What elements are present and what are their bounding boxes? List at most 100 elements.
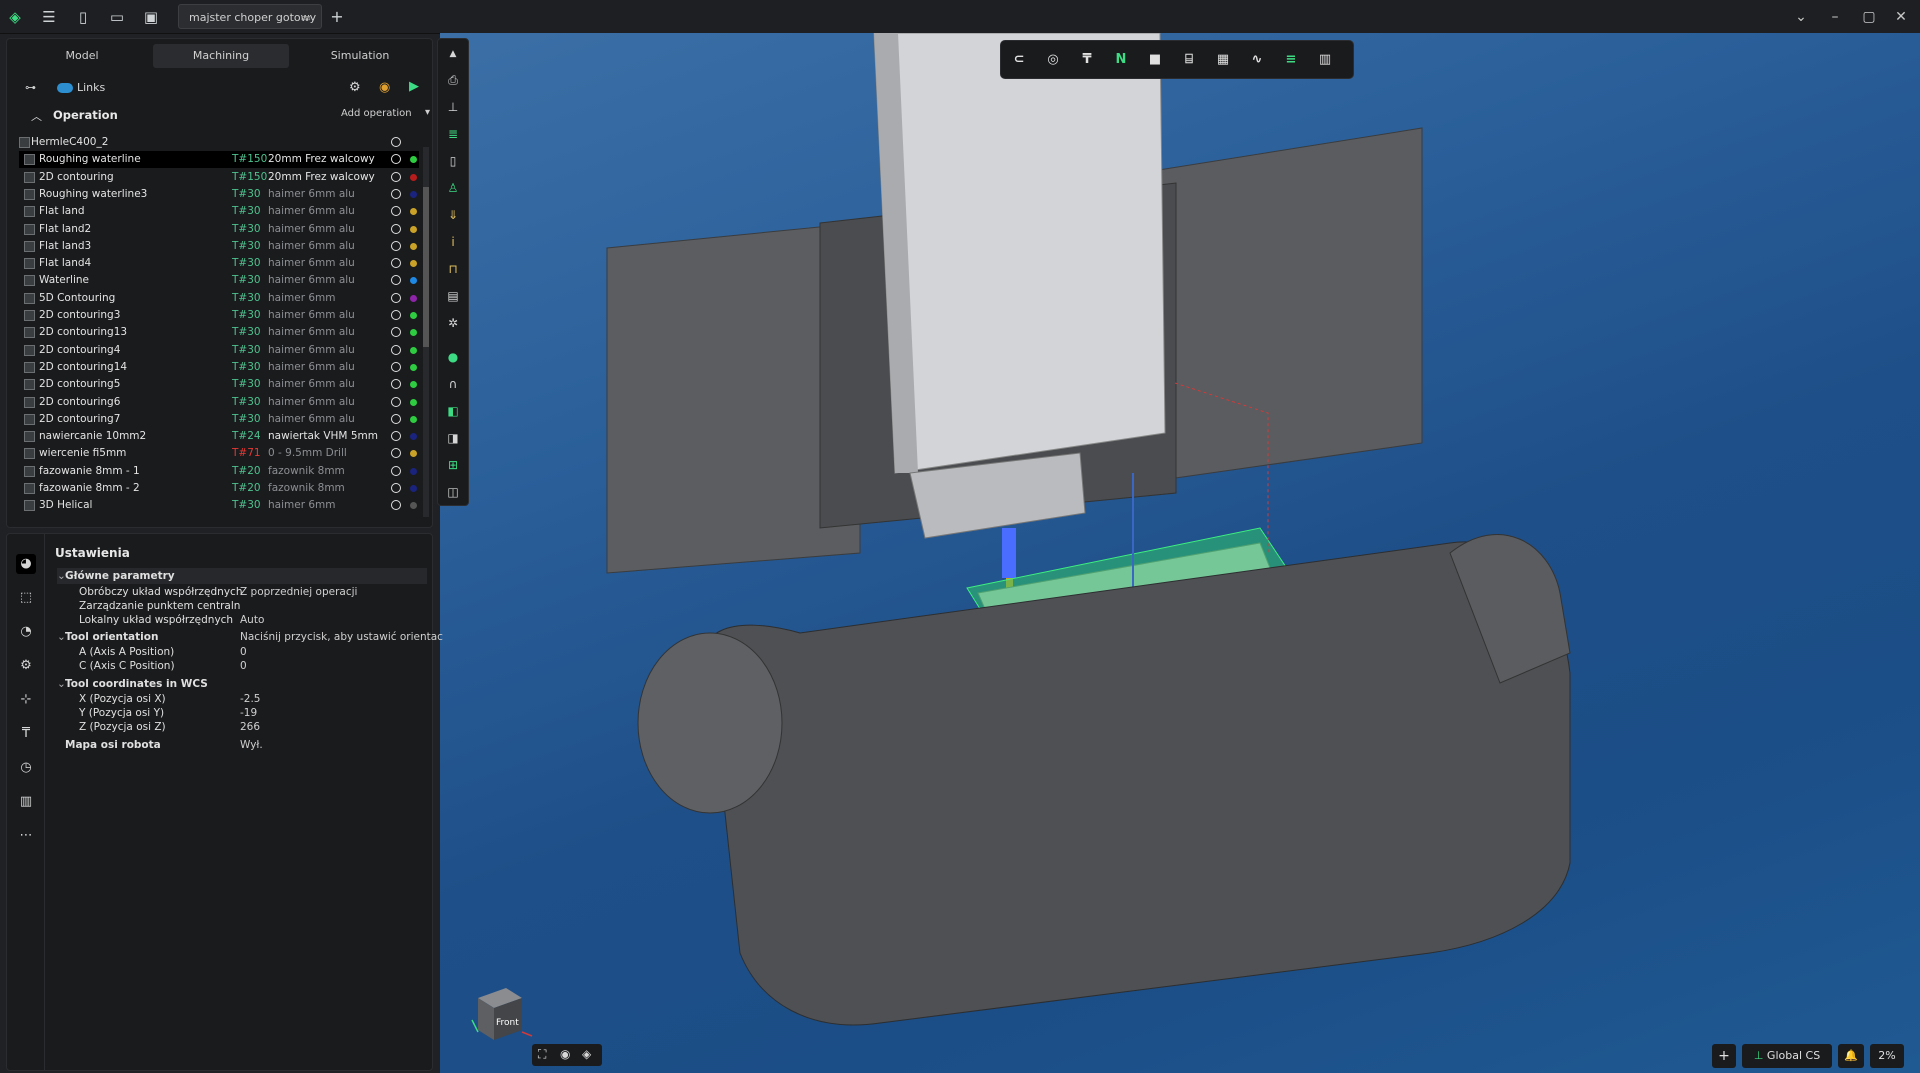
- visibility-toggle-icon[interactable]: [391, 171, 401, 182]
- property-row[interactable]: Lokalny układ współrzędnych Auto: [57, 612, 427, 628]
- fixture-icon[interactable]: ⌸: [1179, 50, 1199, 70]
- waveform-icon[interactable]: ∿: [1247, 50, 1267, 70]
- selection-box-icon[interactable]: ⬚: [16, 588, 36, 608]
- nc-icon[interactable]: N: [1111, 50, 1131, 70]
- visibility-toggle-icon[interactable]: [391, 327, 401, 338]
- coordinate-system-selector[interactable]: ⊥ Global CS: [1742, 1044, 1832, 1068]
- visibility-toggle-icon[interactable]: [391, 431, 401, 442]
- tab-machining[interactable]: Machining: [153, 44, 289, 68]
- property-row[interactable]: C (Axis C Position) 0: [57, 658, 427, 674]
- visibility-toggle-icon[interactable]: [391, 344, 401, 355]
- links-toggle[interactable]: [57, 83, 73, 93]
- visibility-toggle-icon[interactable]: [391, 500, 401, 511]
- curve-icon[interactable]: ∩: [444, 375, 462, 393]
- operation-row[interactable]: nawiercanie 10mm2 T#24 nawiertak VHM 5mm: [19, 428, 419, 445]
- visibility-toggle-icon[interactable]: [391, 223, 401, 234]
- gear-icon[interactable]: ⚙: [349, 80, 361, 95]
- property-value[interactable]: Auto: [240, 612, 264, 628]
- operations-scrollbar[interactable]: [423, 147, 429, 517]
- 3d-viewport[interactable]: [440, 33, 1920, 1073]
- tab-model[interactable]: Model: [15, 44, 149, 68]
- operation-row[interactable]: 5D Contouring T#30 haimer 6mm: [19, 290, 419, 307]
- printer-icon[interactable]: ⎙: [444, 71, 462, 89]
- gear-settings-icon[interactable]: ⚙: [16, 656, 36, 676]
- color-wheel-icon[interactable]: ◕: [16, 554, 36, 574]
- visibility-toggle-icon[interactable]: [391, 448, 401, 459]
- operation-row[interactable]: Flat land T#30 haimer 6mm alu: [19, 203, 419, 220]
- scroll-up-icon[interactable]: ▲: [444, 45, 462, 63]
- visibility-toggle-icon[interactable]: [391, 379, 401, 390]
- add-tab-icon[interactable]: +: [326, 6, 348, 28]
- compass-icon[interactable]: ◔: [16, 622, 36, 642]
- recalculate-icon[interactable]: ◉: [379, 80, 390, 95]
- property-value[interactable]: 0: [240, 658, 247, 674]
- operation-row[interactable]: 2D contouring T#150 20mm Frez walcowy: [19, 169, 419, 186]
- property-value[interactable]: 266: [240, 719, 260, 735]
- probe-icon[interactable]: ⅰ: [444, 233, 462, 251]
- chat-icon[interactable]: ◫: [444, 483, 462, 501]
- visibility-toggle-icon[interactable]: [391, 413, 401, 424]
- tool-holder-icon[interactable]: ⊓: [444, 260, 462, 278]
- search-icon[interactable]: ◎: [1043, 50, 1063, 70]
- axis-icon[interactable]: ⊹: [16, 690, 36, 710]
- machine-node[interactable]: HermleC400_2: [19, 134, 419, 151]
- property-group[interactable]: ⌄ Tool coordinates in WCS: [57, 676, 427, 692]
- open-folder-icon[interactable]: ▭: [106, 6, 128, 28]
- operation-row[interactable]: Flat land4 T#30 haimer 6mm alu: [19, 255, 419, 272]
- close-icon[interactable]: ✕: [1888, 6, 1914, 28]
- operation-row[interactable]: wiercenie fi5mm T#71 0 - 9.5mm Drill: [19, 445, 419, 462]
- tab-pin-icon[interactable]: ▭: [301, 5, 311, 30]
- operation-row[interactable]: 2D contouring14 T#30 haimer 6mm alu: [19, 359, 419, 376]
- operation-row[interactable]: Flat land2 T#30 haimer 6mm alu: [19, 221, 419, 238]
- page-icon[interactable]: ▯: [444, 152, 462, 170]
- operation-row[interactable]: 2D contouring4 T#30 haimer 6mm alu: [19, 342, 419, 359]
- cut-icon[interactable]: ⊂: [1009, 50, 1029, 70]
- grid-view-icon[interactable]: ▦: [1213, 50, 1233, 70]
- maximize-icon[interactable]: ▢: [1856, 6, 1882, 28]
- visibility-toggle-icon[interactable]: [391, 240, 401, 251]
- figure-icon[interactable]: ♙: [444, 179, 462, 197]
- document-tab[interactable]: majster choper gotowy ▭: [178, 4, 322, 29]
- machine-icon[interactable]: ▥: [16, 792, 36, 812]
- property-row[interactable]: Z (Pozycja osi Z) 266: [57, 719, 427, 735]
- visibility-toggle-icon[interactable]: [391, 258, 401, 269]
- navigation-cube[interactable]: Front: [466, 980, 536, 1050]
- visibility-toggle-icon[interactable]: [391, 310, 401, 320]
- new-file-icon[interactable]: ▯: [72, 6, 94, 28]
- document-icon[interactable]: ▤: [444, 287, 462, 305]
- chevron-down-icon[interactable]: ⌄: [1788, 6, 1814, 28]
- notification-icon[interactable]: 🔔: [1838, 1044, 1864, 1068]
- operation-row[interactable]: fazowanie 8mm - 1 T#20 fazownik 8mm: [19, 463, 419, 480]
- operation-row[interactable]: 2D contouring13 T#30 haimer 6mm alu: [19, 324, 419, 341]
- visibility-toggle-icon[interactable]: [391, 292, 401, 303]
- add-operation-button[interactable]: Add operation: [341, 108, 412, 119]
- layers-icon[interactable]: ≡: [1281, 50, 1301, 70]
- visibility-toggle-icon[interactable]: [391, 206, 401, 217]
- add-view-icon[interactable]: +: [1712, 1044, 1736, 1068]
- property-value[interactable]: Wył.: [240, 737, 263, 753]
- tab-simulation[interactable]: Simulation: [293, 44, 427, 68]
- scrollbar-thumb[interactable]: [423, 187, 429, 347]
- point-icon[interactable]: ●: [444, 348, 462, 366]
- property-group[interactable]: ⌄ Tool orientation Naciśnij przycisk, aby …: [57, 629, 443, 645]
- tool-icon-side[interactable]: ₸: [16, 724, 36, 744]
- minimize-icon[interactable]: –: [1822, 6, 1848, 28]
- settings-sun-icon[interactable]: ✲: [444, 314, 462, 332]
- save-icon[interactable]: ▣: [140, 6, 162, 28]
- property-group[interactable]: ⌄ Główne parametry: [57, 568, 427, 584]
- visibility-toggle-icon[interactable]: [391, 137, 401, 147]
- stamp-icon[interactable]: ⊥: [444, 98, 462, 116]
- operation-row[interactable]: Roughing waterline3 T#30 haimer 6mm alu: [19, 186, 419, 203]
- shaded-view-icon[interactable]: ◉: [560, 1047, 570, 1061]
- clock-icon[interactable]: ◷: [16, 758, 36, 778]
- hamburger-menu-icon[interactable]: ☰: [38, 6, 60, 28]
- property-group[interactable]: Mapa osi robota Wył.: [57, 737, 427, 753]
- add-operation-dropdown-icon[interactable]: ▾: [425, 107, 430, 118]
- collapse-icon[interactable]: ︿: [31, 108, 42, 124]
- visibility-toggle-icon[interactable]: [391, 465, 401, 476]
- drill-icon[interactable]: ⇓: [444, 206, 462, 224]
- tool-icon[interactable]: ₸: [1077, 50, 1097, 70]
- operation-row[interactable]: Waterline T#30 haimer 6mm alu: [19, 272, 419, 289]
- play-icon[interactable]: ▶: [409, 79, 419, 94]
- surface-icon[interactable]: ◧: [444, 402, 462, 420]
